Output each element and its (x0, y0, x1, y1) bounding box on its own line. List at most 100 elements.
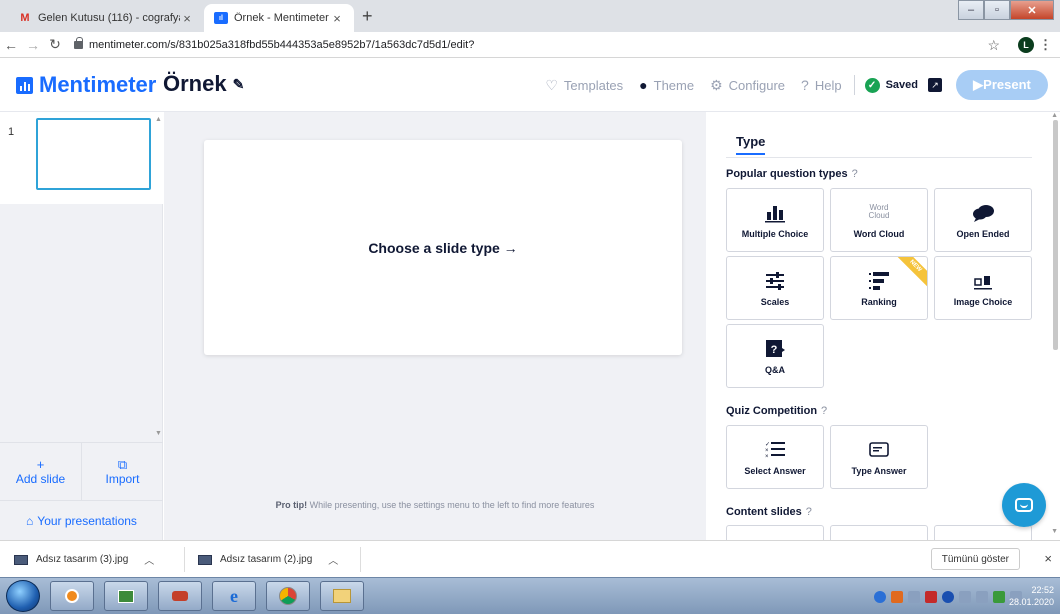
close-icon[interactable]: × (1044, 551, 1052, 566)
drop-icon: ● (639, 77, 648, 93)
profile-avatar[interactable]: L (1018, 37, 1034, 53)
slide-actions: + Add slide ⧉ Import (0, 442, 163, 500)
window-controls: – ▫ ✕ (958, 0, 1054, 20)
templates-button[interactable]: ♡ Templates (545, 77, 623, 94)
speech-bubbles-icon (971, 201, 995, 223)
check-icon: ✓ (864, 77, 880, 93)
panel-scrollbar[interactable] (1053, 120, 1058, 350)
card-label: Ranking (861, 297, 897, 307)
mentimeter-logo[interactable]: Mentimeter (16, 72, 156, 98)
slide-thumbnail-row[interactable]: 1 (0, 112, 163, 204)
content-slide-card[interactable] (934, 525, 1032, 540)
present-button[interactable]: ▶Present (956, 70, 1048, 100)
header-menu: ♡ Templates ● Theme ⚙ Configure ? Help ✓… (529, 70, 1048, 100)
popular-question-types-title: Popular question types? (726, 168, 858, 180)
add-slide-button[interactable]: + Add slide (0, 443, 81, 500)
slide-preview[interactable]: Choose a slide type → (204, 140, 682, 355)
qa-card[interactable]: ? Q&A (726, 324, 824, 388)
scroll-down-icon[interactable]: ▼ (1051, 528, 1058, 535)
system-clock[interactable]: 22:52 28.01.2020 (1009, 584, 1054, 608)
tab-close-button[interactable]: × (180, 11, 194, 26)
reload-icon[interactable]: ↻ (44, 36, 66, 53)
url-text: mentimeter.com/s/831b025a318fbd55b444353… (89, 38, 475, 51)
chrome-icon[interactable] (266, 581, 310, 611)
card-label: Open Ended (956, 229, 1010, 239)
file-explorer-icon[interactable] (104, 581, 148, 611)
tab-mentimeter[interactable]: ıl Örnek - Mentimeter × (204, 4, 354, 32)
maximize-button[interactable]: ▫ (984, 0, 1010, 20)
help-question-icon[interactable]: ? (806, 506, 812, 518)
download-item[interactable]: Adsız tasarım (2).jpg ︿ (198, 541, 338, 578)
chevron-up-icon[interactable]: ︿ (328, 552, 338, 567)
saved-indicator: ✓ Saved (864, 77, 918, 93)
ranking-card[interactable]: NEW Ranking (830, 256, 928, 320)
scroll-up-icon[interactable]: ▲ (155, 116, 162, 123)
download-item[interactable]: Adsız tasarım (3).jpg ︿ (14, 541, 154, 578)
content-slide-card[interactable] (726, 525, 824, 540)
content-slide-card[interactable] (830, 525, 928, 540)
tab-underline (726, 157, 1032, 158)
flag-icon[interactable] (959, 590, 971, 603)
display-icon[interactable] (993, 590, 1005, 603)
card-label: Q&A (765, 365, 785, 375)
forward-icon[interactable]: → (22, 37, 44, 53)
network-icon[interactable] (874, 590, 886, 603)
url-field[interactable]: mentimeter.com/s/831b025a318fbd55b444353… (74, 36, 954, 51)
slide-thumbnail[interactable] (36, 118, 151, 190)
theme-label: Theme (653, 77, 695, 93)
antivirus-icon[interactable] (891, 590, 903, 603)
minimize-button[interactable]: – (958, 0, 984, 20)
tab-close-button[interactable]: × (330, 11, 344, 26)
lightbulb-icon: ♡ (545, 76, 558, 93)
alert-icon[interactable] (925, 590, 937, 603)
chevron-up-icon[interactable]: ︿ (144, 552, 154, 567)
scales-card[interactable]: Scales (726, 256, 824, 320)
presentation-title[interactable]: Örnek ✎ (163, 71, 244, 97)
bookmark-star-icon[interactable]: ☆ (987, 37, 1000, 54)
sync-icon[interactable] (908, 590, 920, 603)
open-ended-card[interactable]: Open Ended (934, 188, 1032, 252)
media-player-icon[interactable] (50, 581, 94, 611)
import-button[interactable]: ⧉ Import (82, 443, 163, 500)
app-icon[interactable] (158, 581, 202, 611)
tab-type[interactable]: Type (736, 134, 766, 155)
chat-support-button[interactable] (1002, 483, 1046, 527)
help-question-icon[interactable]: ? (821, 405, 827, 417)
scroll-up-icon[interactable]: ▲ (1051, 112, 1058, 119)
show-all-downloads-button[interactable]: Tümünü göster (930, 548, 1020, 570)
your-presentations-link[interactable]: ⌂ Your presentations (0, 500, 163, 540)
back-icon[interactable]: ← (0, 37, 22, 53)
theme-button[interactable]: ● Theme (639, 77, 694, 93)
folder-icon[interactable] (320, 581, 364, 611)
choose-slide-type-text: Choose a slide type → (368, 239, 518, 256)
type-answer-card[interactable]: Type Answer (830, 425, 928, 489)
browser-tab-bar: M Gelen Kutusu (116) - cografyalea × ıl … (0, 0, 1060, 32)
multiple-choice-card[interactable]: Multiple Choice (726, 188, 824, 252)
card-label: Type Answer (851, 466, 907, 476)
quiz-competition-title: Quiz Competition? (726, 405, 827, 417)
internet-explorer-icon[interactable]: e (212, 581, 256, 611)
browser-menu-icon[interactable]: ⋮ (1039, 37, 1052, 53)
scroll-down-icon[interactable]: ▼ (155, 430, 162, 437)
window-close-button[interactable]: ✕ (1010, 0, 1054, 20)
pro-tip-text: While presenting, use the settings menu … (307, 500, 595, 510)
configure-button[interactable]: ⚙ Configure (710, 77, 785, 94)
saved-label: Saved (885, 79, 918, 91)
share-icon[interactable]: ↗ (928, 78, 942, 92)
help-button[interactable]: ? Help (801, 77, 842, 93)
system-tray: 22:52 28.01.2020 (874, 582, 1060, 611)
new-tab-button[interactable]: + (362, 6, 373, 27)
word-cloud-card[interactable]: Word Cloud Word Cloud (830, 188, 928, 252)
pencil-icon[interactable]: ✎ (233, 76, 245, 93)
ranking-icon (868, 269, 890, 291)
tab-gmail[interactable]: M Gelen Kutusu (116) - cografyalea × (8, 4, 204, 32)
power-icon[interactable] (976, 590, 988, 603)
bluetooth-icon[interactable] (942, 590, 954, 603)
sliders-icon (764, 269, 786, 291)
select-answer-card[interactable]: ✓ × × Select Answer (726, 425, 824, 489)
download-filename: Adsız tasarım (3).jpg (36, 554, 129, 565)
help-question-icon[interactable]: ? (852, 168, 858, 180)
start-button[interactable] (6, 580, 40, 612)
pro-tip-label: Pro tip! (275, 500, 308, 510)
image-choice-card[interactable]: Image Choice (934, 256, 1032, 320)
